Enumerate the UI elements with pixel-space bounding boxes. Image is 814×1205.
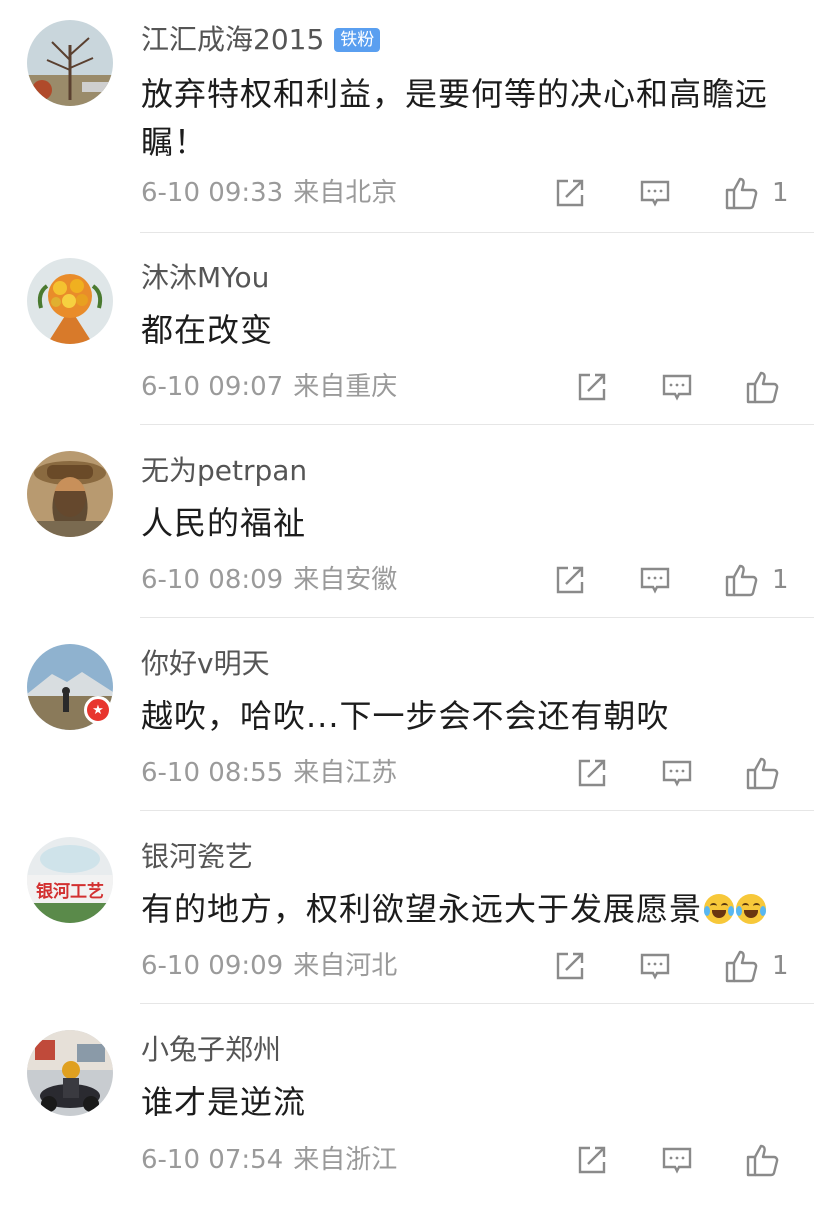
username[interactable]: 小兔子郑州 <box>141 1030 281 1070</box>
comment-icon[interactable] <box>657 367 697 407</box>
comment-item[interactable]: 江汇成海2015 铁粉 放弃特权和利益，是要何等的决心和高瞻远瞩！ 6-10 0… <box>0 0 814 233</box>
comment-location: 来自北京 <box>293 178 398 208</box>
comment-icon[interactable] <box>657 1140 697 1180</box>
username[interactable]: 沐沐MYou <box>141 258 269 298</box>
comment-item[interactable]: 沐沐MYou 都在改变 6-10 09:07 来自重庆 <box>0 240 814 433</box>
comment-text: 都在改变 <box>141 311 274 349</box>
share-icon[interactable] <box>550 560 590 600</box>
divider <box>140 810 814 811</box>
comment-meta: 6-10 08:09 来自安徽 <box>141 560 397 600</box>
avatar-logo-text: 银河工艺 <box>36 881 104 902</box>
share-icon[interactable] <box>550 173 590 213</box>
avatar[interactable] <box>27 258 113 344</box>
thumbs-up-icon[interactable] <box>743 1140 783 1180</box>
comment-location: 来自浙江 <box>293 1145 398 1175</box>
thumbs-up-icon[interactable] <box>722 946 762 986</box>
comment-icon[interactable] <box>657 753 697 793</box>
comment-location: 来自安徽 <box>293 565 398 595</box>
comment-location: 来自重庆 <box>293 372 398 402</box>
comment-location: 来自江苏 <box>293 758 398 788</box>
thumbs-up-icon[interactable] <box>722 560 762 600</box>
like-count: 1 <box>772 951 789 981</box>
like-count: 1 <box>772 178 789 208</box>
divider <box>140 232 814 233</box>
comment-item[interactable]: ★ 你好v明天 越吹，哈吹...下一步会不会还有朝吹 6-10 08:55 来自江… <box>0 626 814 819</box>
verified-badge-icon: ★ <box>84 696 112 724</box>
thumbs-up-icon[interactable] <box>743 753 783 793</box>
username[interactable]: 银河瓷艺 <box>141 837 253 877</box>
comment-meta: 6-10 09:09 来自河北 <box>141 946 397 986</box>
comment-text: 人民的福祉 <box>141 504 307 542</box>
thumbs-up-icon[interactable] <box>722 173 762 213</box>
avatar[interactable]: 银河工艺 <box>27 837 113 923</box>
comment-time: 6-10 07:54 <box>141 1145 284 1175</box>
comment-time: 6-10 09:07 <box>141 372 284 402</box>
divider <box>140 617 814 618</box>
username-text[interactable]: 银河瓷艺 <box>141 837 253 877</box>
comment-item[interactable]: 银河工艺 银河瓷艺 有的地方，权利欲望永远大于发展愿景 6-10 09:09 来自… <box>0 819 814 1012</box>
comment-text: 越吹，哈吹...下一步会不会还有朝吹 <box>141 697 670 735</box>
comment-time: 6-10 09:09 <box>141 951 284 981</box>
comment-text: 谁才是逆流 <box>141 1083 307 1121</box>
comment-icon[interactable] <box>635 173 675 213</box>
divider <box>140 424 814 425</box>
crying-laughing-emoji-icon <box>704 894 735 924</box>
comment-text-wrap: 有的地方，权利欲望永远大于发展愿景 <box>141 885 801 933</box>
comment-meta: 6-10 07:54 来自浙江 <box>141 1140 397 1180</box>
avatar[interactable] <box>27 20 113 106</box>
share-icon[interactable] <box>572 753 612 793</box>
comment-time: 6-10 09:33 <box>141 178 284 208</box>
comment-item[interactable]: 小兔子郑州 谁才是逆流 6-10 07:54 来自浙江 <box>0 1012 814 1205</box>
username[interactable]: 江汇成海2015 铁粉 <box>141 20 381 60</box>
username[interactable]: 无为petrpan <box>141 451 307 491</box>
comment-location: 来自河北 <box>293 951 398 981</box>
fan-badge: 铁粉 <box>334 28 381 52</box>
comment-meta: 6-10 09:33 来自北京 <box>141 173 397 213</box>
avatar[interactable] <box>27 451 113 537</box>
share-icon[interactable] <box>572 367 612 407</box>
like-count: 1 <box>772 565 789 595</box>
comment-icon[interactable] <box>635 946 675 986</box>
comment-item[interactable]: 无为petrpan 人民的福祉 6-10 08:09 来自安徽 1 <box>0 433 814 626</box>
username-text[interactable]: 沐沐MYou <box>141 258 269 298</box>
username-text[interactable]: 无为petrpan <box>141 451 307 491</box>
comment-text: 放弃特权和利益，是要何等的决心和高瞻远瞩！ <box>141 75 769 161</box>
comment-text: 有的地方，权利欲望永远大于发展愿景 <box>141 890 703 928</box>
avatar[interactable] <box>27 1030 113 1116</box>
comment-meta: 6-10 08:55 来自江苏 <box>141 753 397 793</box>
crying-laughing-emoji-icon <box>736 894 767 924</box>
share-icon[interactable] <box>572 1140 612 1180</box>
comment-time: 6-10 08:09 <box>141 565 284 595</box>
comment-icon[interactable] <box>635 560 675 600</box>
username[interactable]: 你好v明天 <box>141 644 270 684</box>
share-icon[interactable] <box>550 946 590 986</box>
username-text[interactable]: 你好v明天 <box>141 644 270 684</box>
comment-meta: 6-10 09:07 来自重庆 <box>141 367 397 407</box>
thumbs-up-icon[interactable] <box>743 367 783 407</box>
divider <box>140 1003 814 1004</box>
comment-time: 6-10 08:55 <box>141 758 284 788</box>
username-text[interactable]: 小兔子郑州 <box>141 1030 281 1070</box>
username-text[interactable]: 江汇成海2015 <box>141 20 324 60</box>
